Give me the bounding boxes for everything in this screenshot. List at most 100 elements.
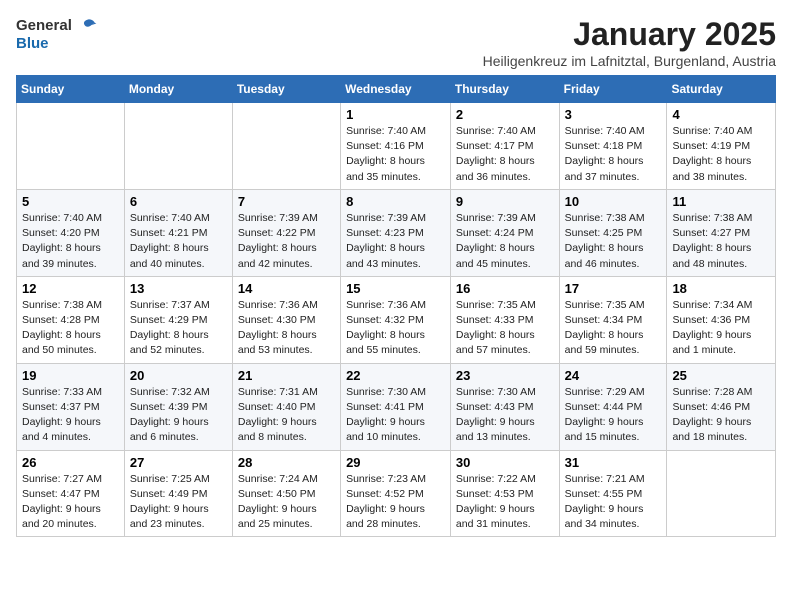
calendar-cell: 11 Sunrise: 7:38 AM Sunset: 4:27 PM Dayli… xyxy=(667,189,776,276)
calendar-cell xyxy=(17,103,125,190)
day-number: 29 xyxy=(346,455,445,470)
day-info: Sunrise: 7:23 AM Sunset: 4:52 PM Dayligh… xyxy=(346,472,445,533)
day-info: Sunrise: 7:40 AM Sunset: 4:18 PM Dayligh… xyxy=(565,124,662,185)
day-number: 22 xyxy=(346,368,445,383)
day-info: Sunrise: 7:33 AM Sunset: 4:37 PM Dayligh… xyxy=(22,385,119,446)
day-info: Sunrise: 7:39 AM Sunset: 4:22 PM Dayligh… xyxy=(238,211,335,272)
day-info: Sunrise: 7:40 AM Sunset: 4:21 PM Dayligh… xyxy=(130,211,227,272)
day-info: Sunrise: 7:38 AM Sunset: 4:28 PM Dayligh… xyxy=(22,298,119,359)
day-number: 20 xyxy=(130,368,227,383)
day-info: Sunrise: 7:37 AM Sunset: 4:29 PM Dayligh… xyxy=(130,298,227,359)
day-info: Sunrise: 7:30 AM Sunset: 4:41 PM Dayligh… xyxy=(346,385,445,446)
day-number: 25 xyxy=(672,368,770,383)
day-number: 30 xyxy=(456,455,554,470)
day-info: Sunrise: 7:36 AM Sunset: 4:32 PM Dayligh… xyxy=(346,298,445,359)
day-info: Sunrise: 7:27 AM Sunset: 4:47 PM Dayligh… xyxy=(22,472,119,533)
calendar-cell: 17 Sunrise: 7:35 AM Sunset: 4:34 PM Dayli… xyxy=(559,276,667,363)
day-info: Sunrise: 7:34 AM Sunset: 4:36 PM Dayligh… xyxy=(672,298,770,359)
day-number: 17 xyxy=(565,281,662,296)
week-row-1: 1 Sunrise: 7:40 AM Sunset: 4:16 PM Daylig… xyxy=(17,103,776,190)
calendar-cell: 5 Sunrise: 7:40 AM Sunset: 4:20 PM Daylig… xyxy=(17,189,125,276)
day-info: Sunrise: 7:39 AM Sunset: 4:24 PM Dayligh… xyxy=(456,211,554,272)
day-info: Sunrise: 7:39 AM Sunset: 4:23 PM Dayligh… xyxy=(346,211,445,272)
calendar-cell xyxy=(232,103,340,190)
calendar-cell xyxy=(124,103,232,190)
day-info: Sunrise: 7:22 AM Sunset: 4:53 PM Dayligh… xyxy=(456,472,554,533)
calendar-cell: 1 Sunrise: 7:40 AM Sunset: 4:16 PM Daylig… xyxy=(341,103,451,190)
calendar-cell: 2 Sunrise: 7:40 AM Sunset: 4:17 PM Daylig… xyxy=(450,103,559,190)
week-row-5: 26Sunrise: 7:27 AM Sunset: 4:47 PM Dayli… xyxy=(17,450,776,537)
calendar-cell: 31 Sunrise: 7:21 AM Sunset: 4:55 PM Dayli… xyxy=(559,450,667,537)
day-number: 5 xyxy=(22,194,119,209)
header-tuesday: Tuesday xyxy=(232,76,340,103)
calendar-cell xyxy=(667,450,776,537)
calendar-cell: 30 Sunrise: 7:22 AM Sunset: 4:53 PM Dayli… xyxy=(450,450,559,537)
day-info: Sunrise: 7:40 AM Sunset: 4:16 PM Dayligh… xyxy=(346,124,445,185)
day-info: Sunrise: 7:24 AM Sunset: 4:50 PM Dayligh… xyxy=(238,472,335,533)
calendar-cell: 22 Sunrise: 7:30 AM Sunset: 4:41 PM Dayli… xyxy=(341,363,451,450)
week-row-4: 19 Sunrise: 7:33 AM Sunset: 4:37 PM Dayli… xyxy=(17,363,776,450)
calendar-cell: 21 Sunrise: 7:31 AM Sunset: 4:40 PM Dayli… xyxy=(232,363,340,450)
day-info: Sunrise: 7:40 AM Sunset: 4:19 PM Dayligh… xyxy=(672,124,770,185)
day-number: 14 xyxy=(238,281,335,296)
day-info: Sunrise: 7:35 AM Sunset: 4:34 PM Dayligh… xyxy=(565,298,662,359)
day-number: 2 xyxy=(456,107,554,122)
logo-blue: Blue xyxy=(16,36,98,53)
header-row: SundayMondayTuesdayWednesdayThursdayFrid… xyxy=(17,76,776,103)
day-number: 23 xyxy=(456,368,554,383)
day-number: 31 xyxy=(565,455,662,470)
calendar-cell: 26Sunrise: 7:27 AM Sunset: 4:47 PM Dayli… xyxy=(17,450,125,537)
logo-general: General xyxy=(16,16,98,36)
day-number: 1 xyxy=(346,107,445,122)
day-number: 28 xyxy=(238,455,335,470)
day-info: Sunrise: 7:40 AM Sunset: 4:20 PM Dayligh… xyxy=(22,211,119,272)
day-info: Sunrise: 7:21 AM Sunset: 4:55 PM Dayligh… xyxy=(565,472,662,533)
day-number: 3 xyxy=(565,107,662,122)
day-info: Sunrise: 7:40 AM Sunset: 4:17 PM Dayligh… xyxy=(456,124,554,185)
header-monday: Monday xyxy=(124,76,232,103)
day-number: 18 xyxy=(672,281,770,296)
calendar-cell: 29 Sunrise: 7:23 AM Sunset: 4:52 PM Dayli… xyxy=(341,450,451,537)
calendar-cell: 4Sunrise: 7:40 AM Sunset: 4:19 PM Daylig… xyxy=(667,103,776,190)
calendar-cell: 16 Sunrise: 7:35 AM Sunset: 4:33 PM Dayli… xyxy=(450,276,559,363)
day-info: Sunrise: 7:30 AM Sunset: 4:43 PM Dayligh… xyxy=(456,385,554,446)
calendar-cell: 13 Sunrise: 7:37 AM Sunset: 4:29 PM Dayli… xyxy=(124,276,232,363)
day-number: 15 xyxy=(346,281,445,296)
calendar-cell: 19 Sunrise: 7:33 AM Sunset: 4:37 PM Dayli… xyxy=(17,363,125,450)
calendar-cell: 6Sunrise: 7:40 AM Sunset: 4:21 PM Daylig… xyxy=(124,189,232,276)
calendar-cell: 20 Sunrise: 7:32 AM Sunset: 4:39 PM Dayli… xyxy=(124,363,232,450)
day-number: 11 xyxy=(672,194,770,209)
day-info: Sunrise: 7:36 AM Sunset: 4:30 PM Dayligh… xyxy=(238,298,335,359)
day-number: 24 xyxy=(565,368,662,383)
day-info: Sunrise: 7:29 AM Sunset: 4:44 PM Dayligh… xyxy=(565,385,662,446)
header-thursday: Thursday xyxy=(450,76,559,103)
day-info: Sunrise: 7:25 AM Sunset: 4:49 PM Dayligh… xyxy=(130,472,227,533)
calendar-cell: 24 Sunrise: 7:29 AM Sunset: 4:44 PM Dayli… xyxy=(559,363,667,450)
calendar-cell: 28 Sunrise: 7:24 AM Sunset: 4:50 PM Dayli… xyxy=(232,450,340,537)
day-info: Sunrise: 7:35 AM Sunset: 4:33 PM Dayligh… xyxy=(456,298,554,359)
calendar-cell: 23 Sunrise: 7:30 AM Sunset: 4:43 PM Dayli… xyxy=(450,363,559,450)
calendar-table: SundayMondayTuesdayWednesdayThursdayFrid… xyxy=(16,75,776,537)
calendar-cell: 9 Sunrise: 7:39 AM Sunset: 4:24 PM Daylig… xyxy=(450,189,559,276)
day-info: Sunrise: 7:28 AM Sunset: 4:46 PM Dayligh… xyxy=(672,385,770,446)
day-number: 16 xyxy=(456,281,554,296)
calendar-cell: 14 Sunrise: 7:36 AM Sunset: 4:30 PM Dayli… xyxy=(232,276,340,363)
day-number: 13 xyxy=(130,281,227,296)
day-info: Sunrise: 7:32 AM Sunset: 4:39 PM Dayligh… xyxy=(130,385,227,446)
logo-bird-icon xyxy=(78,16,98,36)
day-info: Sunrise: 7:38 AM Sunset: 4:27 PM Dayligh… xyxy=(672,211,770,272)
calendar-cell: 15 Sunrise: 7:36 AM Sunset: 4:32 PM Dayli… xyxy=(341,276,451,363)
calendar-cell: 10Sunrise: 7:38 AM Sunset: 4:25 PM Dayli… xyxy=(559,189,667,276)
header-wednesday: Wednesday xyxy=(341,76,451,103)
calendar-cell: 7 Sunrise: 7:39 AM Sunset: 4:22 PM Daylig… xyxy=(232,189,340,276)
day-info: Sunrise: 7:31 AM Sunset: 4:40 PM Dayligh… xyxy=(238,385,335,446)
logo: General Blue xyxy=(16,16,98,53)
day-number: 27 xyxy=(130,455,227,470)
week-row-2: 5 Sunrise: 7:40 AM Sunset: 4:20 PM Daylig… xyxy=(17,189,776,276)
day-number: 21 xyxy=(238,368,335,383)
day-number: 10 xyxy=(565,194,662,209)
day-number: 19 xyxy=(22,368,119,383)
day-number: 9 xyxy=(456,194,554,209)
day-number: 7 xyxy=(238,194,335,209)
main-title: January 2025 xyxy=(483,16,776,53)
